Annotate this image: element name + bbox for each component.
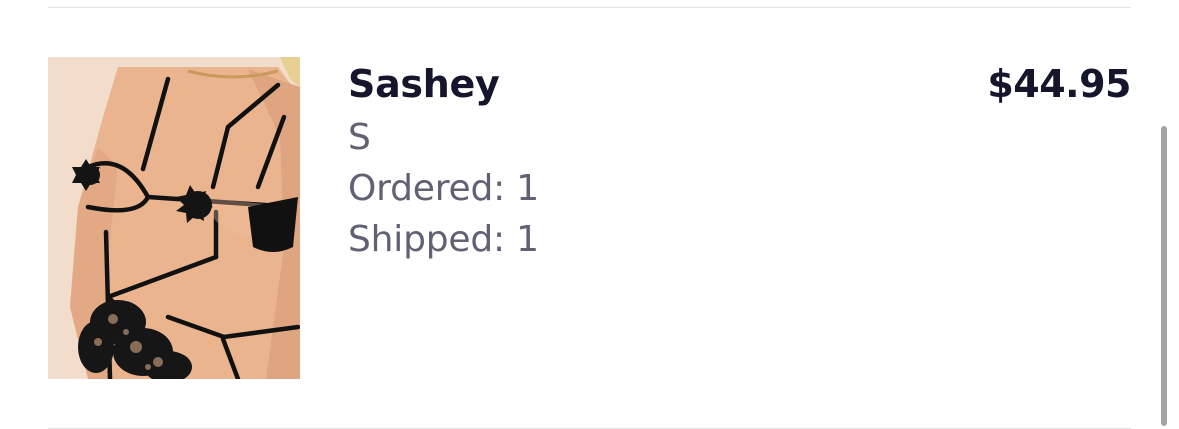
product-size: S xyxy=(348,117,371,158)
scrollbar[interactable] xyxy=(1160,126,1168,426)
shipped-quantity: Shipped: 1 xyxy=(348,219,539,260)
product-thumbnail[interactable] xyxy=(48,57,300,379)
order-items-page: Sashey S Ordered: 1 Shipped: 1 $44.95 xyxy=(0,0,1179,429)
product-price: $44.95 xyxy=(987,62,1131,106)
product-name[interactable]: Sashey xyxy=(348,56,868,112)
ordered-quantity: Ordered: 1 xyxy=(348,168,539,209)
order-item-row[interactable]: Sashey S Ordered: 1 Shipped: 1 $44.95 xyxy=(48,56,1131,380)
scrollbar-thumb[interactable] xyxy=(1161,126,1167,426)
top-divider xyxy=(48,7,1131,8)
product-details: Sashey S Ordered: 1 Shipped: 1 xyxy=(348,56,868,265)
